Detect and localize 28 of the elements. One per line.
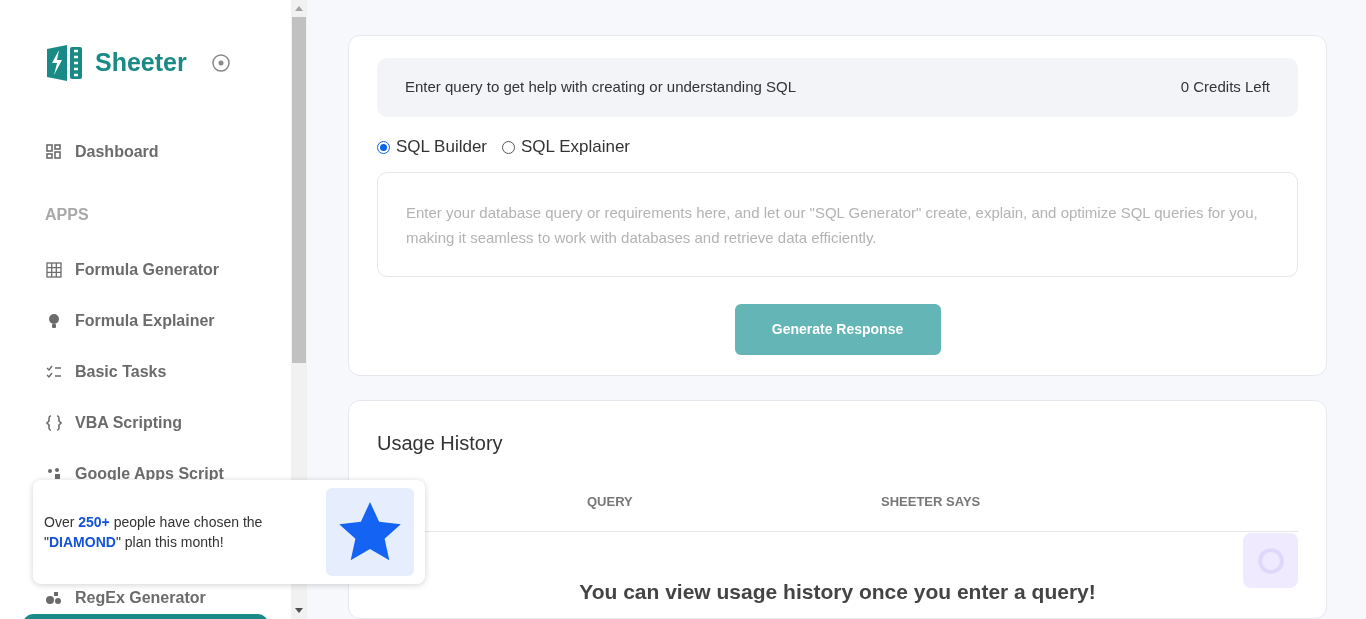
mode-radio[interactable]: SQL Builder	[377, 134, 488, 160]
sidebar-item[interactable]: Google Apps Script	[45, 463, 291, 485]
sidebar-item[interactable]: Dashboard	[45, 141, 291, 163]
credits-text: 0 Credits Left	[1180, 77, 1270, 98]
dashboard-icon	[45, 143, 63, 161]
sidebar-item[interactable]: Basic Tasks	[45, 361, 291, 383]
braces-icon	[45, 414, 63, 432]
sidebar-item[interactable]: VBA Scripting	[45, 412, 291, 434]
sidebar-item[interactable]: Formula Generator	[45, 259, 291, 281]
column-header: SHEETER SAYS	[881, 493, 981, 511]
checklist-icon	[45, 363, 63, 381]
hint-text: Enter query to get help with creating or understanding SQL	[405, 77, 797, 98]
mode-radio[interactable]: SQL Explainer	[502, 134, 630, 160]
star-icon	[338, 502, 402, 562]
promo-text: Over 250+ people have chosen the "DIAMOND" plan this month!	[44, 513, 264, 552]
column-header: QUERY	[587, 493, 634, 511]
target-icon[interactable]	[210, 53, 231, 73]
empty-message: You can view usage history once you enter a query!	[578, 579, 1097, 605]
section-heading: APPS	[45, 205, 90, 225]
sidebar-item[interactable]: RegEx Generator	[45, 587, 291, 609]
history-title: Usage History	[377, 431, 504, 456]
brand-name: Sheeter	[95, 47, 187, 79]
grid-icon	[45, 261, 63, 279]
query-field[interactable]: Enter your database query or requirements here, and let our "SQL Generator" create, explain, and optimize SQL queries for you, making it seamless to work with databases and retrieve data efficiently.	[377, 172, 1298, 277]
scroll-up-icon[interactable]	[295, 6, 303, 11]
assistant-badge[interactable]	[1243, 533, 1298, 588]
sidebar-item[interactable]: Formula Explainer	[45, 310, 291, 332]
scroll-down-icon[interactable]	[295, 608, 303, 613]
